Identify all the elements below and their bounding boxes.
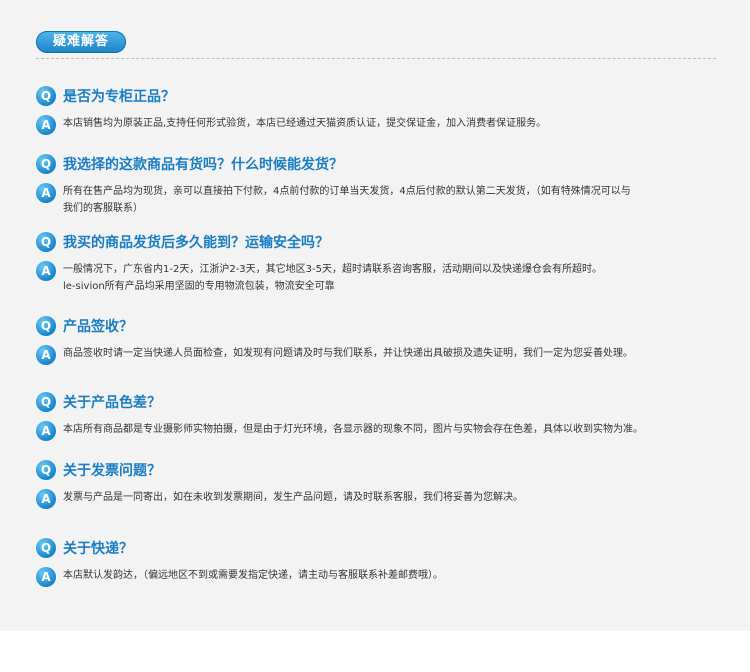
answer-text: 本店销售均为原装正品,支持任何形式验货，本店已经通过天猫资质认证，提交保证金，加… — [63, 118, 547, 129]
question-text: 关于发票问题？ — [63, 463, 161, 479]
question-text: 关于快递？ — [63, 541, 133, 557]
question-text: 产品签收？ — [63, 319, 133, 335]
faq-item: Q 关于产品色差？ A 本店所有商品都是专业摄影师实物拍摄，但是由于灯光环境，各显示… — [36, 391, 726, 441]
section-title-badge: 疑难解答 — [36, 31, 126, 53]
faq-item: Q 我选择的这款商品有货吗？什么时候能发货？ A 所有在售产品均为现货，亲可以直接拍… — [36, 153, 726, 217]
question-icon: Q — [36, 232, 56, 252]
answer-icon: A — [36, 115, 56, 135]
answer-icon: A — [36, 567, 56, 587]
answer-icon: A — [36, 421, 56, 441]
answer-text: 本店默认发韵达，（偏远地区不到或需要发指定快递，请主动与客服联系补差邮费哦）。 — [63, 570, 443, 581]
dashed-divider — [36, 58, 716, 59]
answer-text: 发票与产品是一同寄出，如在未收到发票期间，发生产品问题，请及时联系客服，我们将妥… — [63, 492, 523, 503]
question-text: 我选择的这款商品有货吗？什么时候能发货？ — [63, 157, 343, 173]
answer-text: 商品签收时请一定当快递人员面检查，如发现有问题请及时与我们联系，并让快递出具破损… — [63, 348, 633, 359]
answer-icon: A — [36, 345, 56, 365]
answer-text: 一般情况下，广东省内1-2天，江浙沪2-3天，其它地区3-5天，超时请联系咨询客… — [63, 264, 602, 292]
faq-item: Q 关于快递？ A 本店默认发韵达，（偏远地区不到或需要发指定快递，请主动与客服联系… — [36, 537, 726, 587]
faq-item: Q 产品签收？ A 商品签收时请一定当快递人员面检查，如发现有问题请及时与我们联系，… — [36, 315, 726, 365]
question-text: 是否为专柜正品？ — [63, 89, 175, 105]
question-text: 关于产品色差？ — [63, 395, 161, 411]
question-icon: Q — [36, 154, 56, 174]
faq-item: Q 关于发票问题？ A 发票与产品是一同寄出，如在未收到发票期间，发生产品问题，请及… — [36, 459, 726, 509]
faq-item: Q 我买的商品发货后多久能到？运输安全吗？ A 一般情况下，广东省内1-2天，江浙沪… — [36, 231, 726, 295]
faq-item: Q 是否为专柜正品？ A 本店销售均为原装正品,支持任何形式验货，本店已经通过天猫资… — [36, 85, 726, 135]
question-icon: Q — [36, 86, 56, 106]
answer-icon: A — [36, 183, 56, 203]
answer-text: 本店所有商品都是专业摄影师实物拍摄，但是由于灯光环境，各显示器的现象不同，图片与… — [63, 424, 643, 435]
answer-icon: A — [36, 261, 56, 281]
question-text: 我买的商品发货后多久能到？运输安全吗？ — [63, 235, 329, 251]
faq-panel: 疑难解答 Q 是否为专柜正品？ A 本店销售均为原装正品,支持任何形式验货，本店已经… — [0, 0, 750, 631]
answer-text: 所有在售产品均为现货，亲可以直接拍下付款，4点前付款的订单当天发货，4点后付款的… — [63, 186, 631, 214]
question-icon: Q — [36, 538, 56, 558]
question-icon: Q — [36, 392, 56, 412]
question-icon: Q — [36, 460, 56, 480]
answer-icon: A — [36, 489, 56, 509]
question-icon: Q — [36, 316, 56, 336]
